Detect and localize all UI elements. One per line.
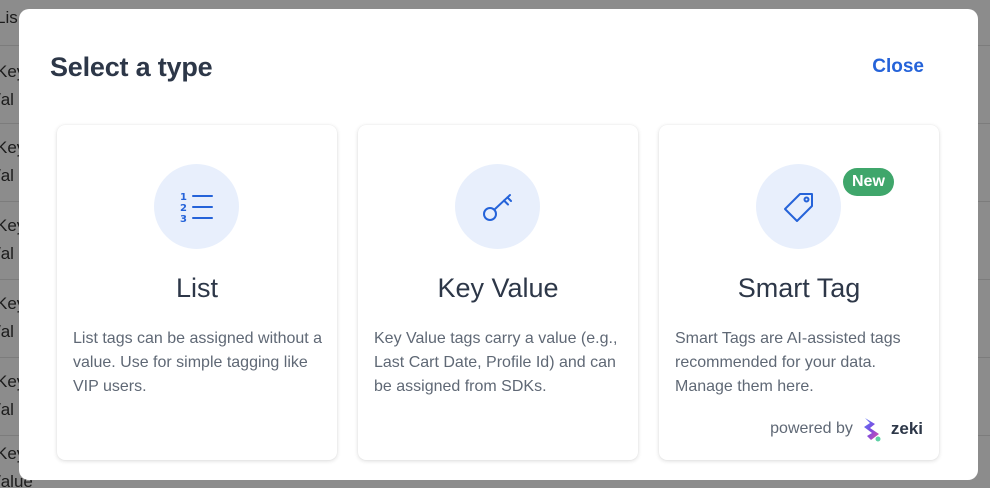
svg-text:2: 2	[180, 203, 187, 214]
svg-text:1: 1	[180, 192, 187, 203]
svg-text:3: 3	[180, 214, 187, 225]
icon-circle	[756, 164, 841, 249]
card-title: Smart Tag	[737, 273, 861, 303]
powered-by-label: powered by	[770, 420, 853, 437]
zeki-logo-icon	[863, 418, 881, 442]
type-card-key-value[interactable]: Key Value Key Value tags carry a value (…	[358, 125, 638, 460]
type-card-smart-tag[interactable]: New Smart Tag Smart Tags are AI-assisted…	[659, 125, 939, 460]
icon-circle: 1 2 3	[154, 164, 239, 249]
card-description: Smart Tags are AI-assisted tags recommen…	[675, 330, 901, 395]
new-badge: New	[843, 168, 894, 196]
modal-title: Select a type	[50, 52, 213, 82]
key-icon	[482, 193, 512, 221]
type-card-list[interactable]: 1 2 3 List List tags can be assigned wit…	[57, 125, 337, 460]
card-description: List tags can be assigned without a valu…	[73, 330, 323, 395]
zeki-brand: zeki	[890, 419, 923, 438]
card-title: Key Value	[437, 273, 559, 303]
card-title: List	[175, 273, 219, 303]
powered-by-zeki: powered by zeki	[770, 416, 923, 442]
icon-circle	[455, 164, 540, 249]
numbered-list-icon: 1 2 3	[180, 192, 213, 225]
tag-icon	[783, 192, 813, 222]
select-type-modal: Select a type Close 1 2 3 List List tags…	[19, 9, 978, 480]
close-button[interactable]: Close	[872, 56, 924, 78]
card-description: Key Value tags carry a value (e.g., Last…	[374, 330, 618, 395]
